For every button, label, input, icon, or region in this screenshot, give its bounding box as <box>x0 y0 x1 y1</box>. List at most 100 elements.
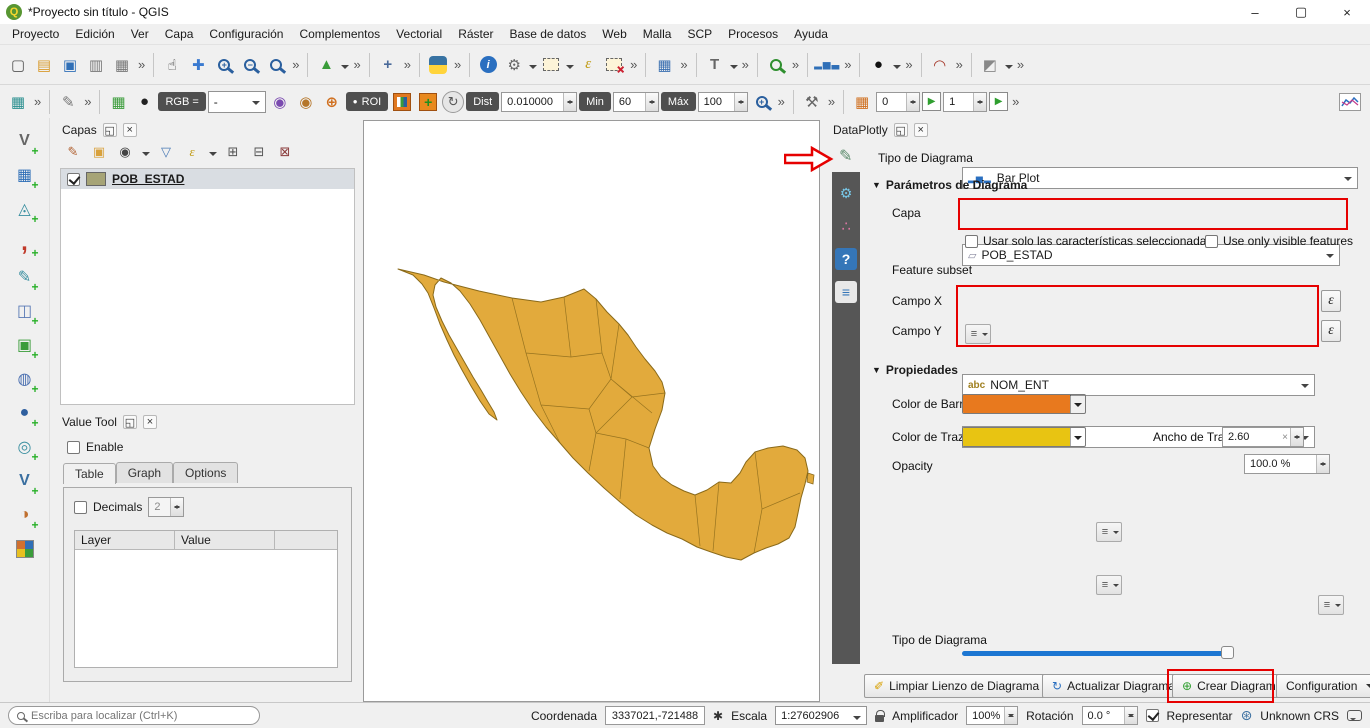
tab-table[interactable]: Table <box>63 463 116 484</box>
opacity-spinner[interactable]: 100.0 % <box>1244 454 1330 474</box>
plot-settings-icon[interactable]: ⚙ <box>835 182 857 204</box>
dropdown-arrow-icon[interactable] <box>1004 64 1013 73</box>
toolbar-overflow-icon[interactable]: » <box>402 57 413 72</box>
selected-features-checkbox[interactable] <box>965 234 978 248</box>
pan-map-icon[interactable]: ☝ <box>160 53 184 77</box>
deselect-features-icon[interactable] <box>602 53 626 77</box>
zoom-full-icon[interactable] <box>264 53 288 77</box>
close-button[interactable]: × <box>1324 0 1370 24</box>
expand-all-icon[interactable]: ⊞ <box>223 142 243 162</box>
add-arcgis-layer-icon[interactable]: ◑ + <box>10 500 40 532</box>
select-features-icon[interactable] <box>539 53 563 77</box>
toolbar-overflow-icon[interactable]: » <box>1015 57 1026 72</box>
manage-map-themes-icon[interactable]: ◉ <box>115 142 135 162</box>
lock-scale-icon[interactable] <box>875 709 886 722</box>
max-spinner[interactable]: 100 <box>697 91 748 112</box>
layer-visibility-checkbox[interactable] <box>67 172 80 186</box>
previous-band-button[interactable]: ▶ <box>922 92 942 111</box>
clear-canvas-button[interactable]: ✐ Limpiar Lienzo de Diagrama <box>864 674 1050 698</box>
close-panel-button[interactable]: × <box>913 123 928 137</box>
column-header-value[interactable]: Value <box>175 531 275 549</box>
props-section-header[interactable]: ▼ Propiedades <box>872 363 958 377</box>
close-panel-button[interactable]: × <box>142 415 157 429</box>
campo-x-expression-button[interactable]: ε <box>1321 290 1341 312</box>
crosshair-tool-icon[interactable]: + <box>376 53 400 77</box>
spinner-arrows-icon[interactable] <box>973 92 987 111</box>
menu-web[interactable]: Web <box>594 25 634 43</box>
tab-graph[interactable]: Graph <box>115 462 174 483</box>
dropdown-arrow-icon[interactable] <box>341 64 350 73</box>
osm-place-search-icon[interactable] <box>764 53 788 77</box>
spinner-arrows-icon[interactable] <box>906 92 920 111</box>
magnifier-value[interactable]: 100% <box>967 710 1004 722</box>
toolbar-overflow-icon[interactable]: » <box>790 57 801 72</box>
maximize-button[interactable]: ▢ <box>1278 0 1324 24</box>
min-spinner[interactable]: 60 <box>612 91 659 112</box>
extents-toggle-icon[interactable]: ✱ <box>713 709 723 723</box>
filter-legend-icon[interactable]: ▽ <box>156 142 176 162</box>
campo-x-combo[interactable]: abc NOM_ENT <box>962 374 1315 396</box>
menu-configuracion[interactable]: Configuración <box>201 25 291 43</box>
float-panel-button[interactable]: ◱ <box>122 415 137 429</box>
menu-scp[interactable]: SCP <box>679 25 720 43</box>
create-plot-button[interactable]: ⊕ Crear Diagrama <box>1172 674 1293 698</box>
add-wms-layer-icon[interactable]: ◎ + <box>10 432 40 464</box>
decimals-value[interactable]: 2 <box>149 501 170 513</box>
scp-spectral-plot-icon[interactable]: ▲ <box>314 53 338 77</box>
zoom-to-roi-icon[interactable]: ⊕ <box>320 90 344 114</box>
dataplotly-toggle-icon[interactable] <box>1338 90 1362 114</box>
menu-complementos[interactable]: Complementos <box>291 25 388 43</box>
add-geopackage-layer-icon[interactable]: ▣ + <box>10 330 40 362</box>
label-tools-icon[interactable]: T <box>703 53 727 77</box>
map-canvas[interactable] <box>363 120 820 702</box>
enable-checkbox[interactable] <box>67 440 80 454</box>
stroke-color-button[interactable] <box>962 427 1086 447</box>
copy-features-icon[interactable]: ▦ <box>6 90 30 114</box>
open-project-icon[interactable]: ▤ <box>32 53 56 77</box>
menu-proyecto[interactable]: Proyecto <box>4 25 67 43</box>
params-section-header[interactable]: ▼ Parámetros de Diagrama <box>872 178 1027 192</box>
float-panel-button[interactable]: ◱ <box>893 123 908 137</box>
float-panel-button[interactable]: ◱ <box>102 123 117 137</box>
tab-options[interactable]: Options <box>173 462 239 483</box>
code-editor-icon[interactable]: ≡ <box>835 281 857 303</box>
add-mesh-layer-icon[interactable]: ◬ + <box>10 194 40 226</box>
stroke-width-spinner[interactable]: 2.60 × <box>1222 427 1304 447</box>
messages-icon[interactable] <box>1347 710 1362 721</box>
locator-input[interactable] <box>31 709 251 722</box>
open-attribute-table-icon[interactable]: ▦ <box>652 53 676 77</box>
spinner-arrows-icon[interactable] <box>170 498 184 516</box>
dist-spinner[interactable]: 0.010000 <box>501 91 578 112</box>
toolbar-overflow-icon[interactable]: » <box>32 94 43 109</box>
zoom-out-icon[interactable]: − <box>238 53 262 77</box>
layout-manager-icon[interactable]: ▦ <box>110 53 134 77</box>
menu-vectorial[interactable]: Vectorial <box>388 25 450 43</box>
map-swipe-tool-icon[interactable]: ◠ <box>928 53 952 77</box>
crs-label[interactable]: Unknown CRS <box>1260 709 1339 723</box>
layer-item-pob-estad[interactable]: POB_ESTAD <box>61 169 354 189</box>
menu-ayuda[interactable]: Ayuda <box>786 25 836 43</box>
layer-name[interactable]: POB_ESTAD <box>112 172 184 186</box>
menu-raster[interactable]: Ráster <box>450 25 501 43</box>
decimals-checkbox[interactable] <box>74 500 87 514</box>
pan-to-selection-icon[interactable]: ✚ <box>186 53 210 77</box>
max-value[interactable]: 100 <box>699 96 734 108</box>
toolbar-overflow-icon[interactable]: » <box>903 57 914 72</box>
toolbar-overflow-icon[interactable]: » <box>628 57 639 72</box>
toolbar-overflow-icon[interactable]: » <box>954 57 965 72</box>
collapse-all-icon[interactable]: ⊟ <box>249 142 269 162</box>
render-checkbox[interactable] <box>1145 709 1159 722</box>
band-a-spinner[interactable]: 0 <box>876 91 921 112</box>
slider-handle[interactable] <box>1221 646 1234 659</box>
toolbar-overflow-icon[interactable]: » <box>826 94 837 109</box>
help-icon[interactable]: ? <box>835 248 857 270</box>
band-b-spinner[interactable]: 1 <box>943 91 988 112</box>
toolbar-overflow-icon[interactable]: » <box>740 57 751 72</box>
toolbar-overflow-icon[interactable]: » <box>82 94 93 109</box>
add-raster-layer-icon[interactable]: ▦ + <box>10 160 40 192</box>
add-gpx-layer-icon[interactable]: ✎ + <box>10 262 40 294</box>
locator-search[interactable] <box>8 706 260 725</box>
spinner-arrows-icon[interactable] <box>1290 428 1303 446</box>
crs-globe-icon[interactable]: ⊛ <box>1241 707 1253 724</box>
toolbar-overflow-icon[interactable]: » <box>136 57 147 72</box>
